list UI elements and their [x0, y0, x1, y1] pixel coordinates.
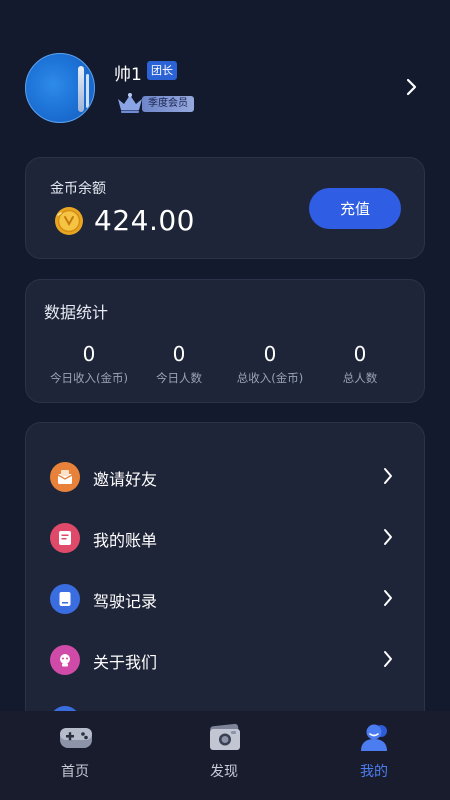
driving-record-icon — [50, 584, 80, 614]
stat-label: 总收入(金币) — [236, 371, 304, 385]
stat-label: 总人数 — [342, 371, 378, 385]
chevron-right-icon — [384, 651, 392, 667]
stat-today-income: 0 今日收入(金币) — [39, 342, 139, 386]
menu-item-label: 我的账单 — [93, 531, 158, 550]
stats-title: 数据统计 — [44, 303, 109, 322]
bill-icon — [50, 523, 80, 553]
menu-item-driving-record[interactable]: 驾驶记录 — [26, 574, 424, 624]
avatar[interactable] — [25, 53, 95, 123]
avatar-decoration — [78, 66, 84, 112]
role-badge: 团长 — [147, 61, 177, 80]
tab-label: 发现 — [210, 764, 238, 780]
gamepad-icon — [60, 728, 92, 748]
tab-label: 首页 — [61, 764, 89, 780]
tab-label: 我的 — [360, 764, 388, 780]
member-badge: 季度会员 — [142, 96, 194, 112]
menu-card: 邀请好友 我的账单 驾驶记录 关于我们 — [25, 422, 425, 742]
menu-item-label: 关于我们 — [93, 653, 158, 672]
stat-total-people: 0 总人数 — [310, 342, 410, 386]
chevron-right-icon — [384, 468, 392, 484]
chevron-right-icon[interactable] — [402, 76, 420, 98]
tab-home[interactable]: 首页 — [15, 711, 135, 800]
menu-item-invite-friends[interactable]: 邀请好友 — [26, 452, 424, 502]
profile-header[interactable]: 帅1 团长 季度会员 — [0, 0, 450, 150]
menu-item-about-us[interactable]: 关于我们 — [26, 635, 424, 685]
stat-label: 今日收入(金币) — [50, 371, 128, 385]
recharge-button[interactable]: 充值 — [309, 188, 401, 229]
balance-value: 424.00 — [94, 204, 195, 237]
stats-card: 数据统计 0 今日收入(金币) 0 今日人数 0 总收入(金币) 0 总人数 — [25, 279, 425, 403]
stat-value: 0 — [263, 342, 277, 366]
stat-value: 0 — [172, 342, 186, 366]
menu-item-label: 邀请好友 — [93, 470, 158, 489]
stat-value: 0 — [82, 342, 96, 366]
tab-discover[interactable]: 发现 — [164, 711, 284, 800]
menu-item-label: 驾驶记录 — [93, 592, 158, 611]
chevron-right-icon — [384, 529, 392, 545]
stat-label: 今日人数 — [156, 371, 202, 385]
stat-today-people: 0 今日人数 — [129, 342, 229, 386]
username: 帅1 — [114, 65, 142, 85]
balance-card: 金币余额 424.00 充值 — [25, 157, 425, 259]
crown-icon — [118, 93, 142, 113]
stat-total-income: 0 总收入(金币) — [220, 342, 320, 386]
coin-icon — [55, 207, 83, 235]
menu-item-my-bills[interactable]: 我的账单 — [26, 513, 424, 563]
invite-envelope-icon — [50, 462, 80, 492]
about-us-icon — [50, 645, 80, 675]
camera-icon — [210, 723, 240, 750]
avatar-decoration — [86, 74, 89, 108]
tab-mine[interactable]: 我的 — [314, 711, 434, 800]
balance-label: 金币余额 — [50, 181, 106, 197]
user-icon — [361, 724, 387, 751]
chevron-right-icon — [384, 590, 392, 606]
stat-value: 0 — [353, 342, 367, 366]
bottom-tab-bar: 首页 发现 我的 — [0, 711, 450, 800]
